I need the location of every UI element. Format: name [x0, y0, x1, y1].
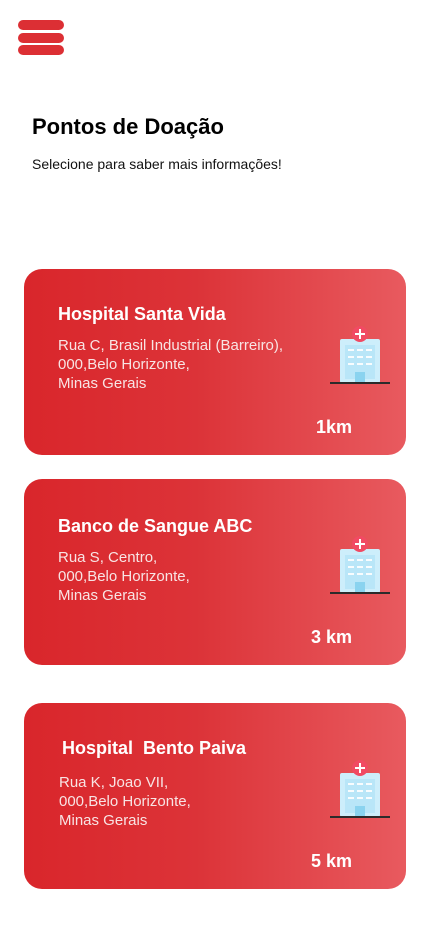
location-card-hospital-santa-vida[interactable]: Hospital Santa Vida Rua C, Brasil Indust…	[24, 269, 406, 455]
address-line: 000,Belo Horizonte,	[58, 356, 190, 373]
location-name: Banco de Sangue ABC	[58, 516, 253, 536]
address-line: 000,Belo Horizonte,	[58, 568, 190, 585]
location-address: Rua C, Brasil Industrial (Barreiro), 000…	[58, 336, 283, 393]
location-card-banco-de-sangue-abc[interactable]: Banco de Sangue ABC Rua S, Centro, 000,B…	[24, 479, 406, 665]
page-subtitle: Selecione para saber mais informações!	[32, 156, 282, 172]
address-line: 000,Belo Horizonte,	[59, 793, 191, 810]
location-card-hospital-bento-paiva[interactable]: Hospital Bento Paiva Rua K, Joao VII, 00…	[24, 703, 406, 889]
location-distance: 1km	[315, 417, 352, 437]
location-name: Hospital Bento Paiva	[62, 738, 247, 758]
hospital-building-icon	[330, 536, 390, 594]
location-distance: 5 km	[310, 851, 352, 871]
hamburger-menu-icon-bar	[18, 33, 64, 43]
address-line: Minas Gerais	[58, 375, 147, 392]
address-line: Rua K, Joao VII,	[59, 774, 169, 791]
location-distance: 3 km	[310, 627, 352, 647]
hamburger-menu-icon	[18, 20, 64, 30]
address-line: Rua C, Brasil Industrial (Barreiro),	[58, 337, 284, 354]
hospital-building-icon	[330, 760, 390, 818]
address-line: Rua S, Centro,	[58, 549, 158, 566]
address-line: Minas Gerais	[59, 812, 148, 829]
menu-button[interactable]	[18, 20, 64, 56]
address-line: Minas Gerais	[58, 587, 147, 604]
hospital-building-icon	[330, 326, 390, 384]
page-title: Pontos de Doação	[32, 114, 224, 139]
location-address: Rua K, Joao VII, 000,Belo Horizonte, Min…	[59, 773, 191, 830]
hamburger-menu-icon-bar	[18, 45, 64, 55]
location-address: Rua S, Centro, 000,Belo Horizonte, Minas…	[58, 548, 190, 605]
location-name: Hospital Santa Vida	[58, 304, 226, 324]
